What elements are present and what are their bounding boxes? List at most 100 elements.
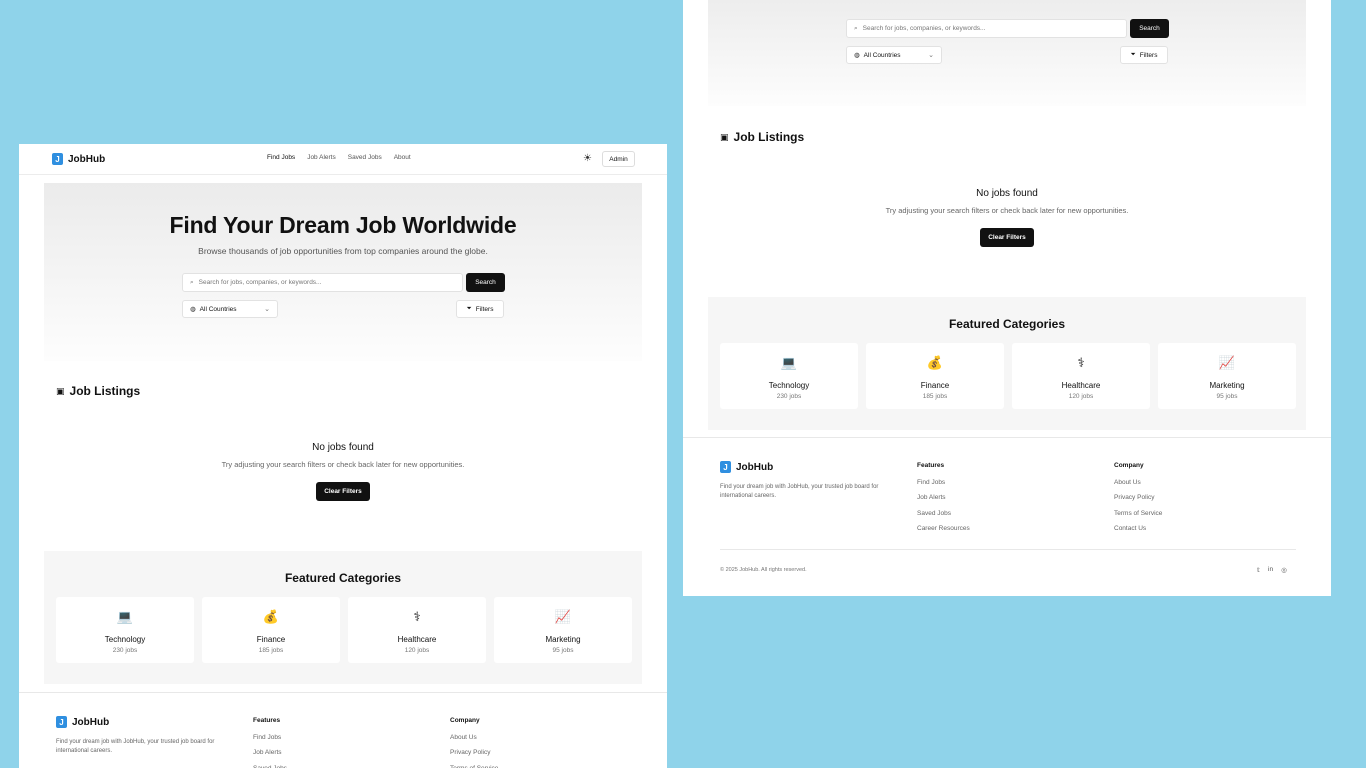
- admin-button[interactable]: Admin: [602, 151, 635, 167]
- empty-state-title: No jobs found: [976, 188, 1038, 199]
- search-button[interactable]: Search: [1130, 19, 1169, 38]
- footer-brand[interactable]: J JobHub: [56, 716, 109, 728]
- search-input[interactable]: ⌕ Search for jobs, companies, or keyword…: [182, 273, 463, 292]
- category-name: Marketing: [545, 635, 581, 644]
- filters-button[interactable]: ⏷ Filters: [1120, 46, 1168, 64]
- search-icon: ⌕: [190, 278, 194, 286]
- job-listings-title: Job Listings: [733, 130, 805, 144]
- category-card-healthcare[interactable]: ⚕ Healthcare 120 jobs: [348, 597, 486, 663]
- search-button[interactable]: Search: [466, 273, 505, 292]
- brand-name: JobHub: [68, 153, 106, 165]
- category-name: Finance: [256, 635, 286, 644]
- footer-link-privacy[interactable]: Privacy Policy: [450, 749, 490, 756]
- filters-button[interactable]: ⏷ Filters: [456, 300, 504, 318]
- footer-features-title: Features: [253, 717, 281, 724]
- logo-icon: J: [720, 461, 731, 473]
- empty-state-message: Try adjusting your search filters or che…: [221, 460, 465, 469]
- category-card-technology[interactable]: 💻 Technology 230 jobs: [56, 597, 194, 663]
- github-icon[interactable]: ◎: [1281, 566, 1287, 574]
- brand-logo[interactable]: J JobHub: [52, 153, 105, 165]
- chevron-down-icon: ⌄: [264, 306, 270, 313]
- footer-link-saved-jobs[interactable]: Saved Jobs: [917, 510, 951, 517]
- footer-link-job-alerts[interactable]: Job Alerts: [917, 494, 946, 501]
- category-name: Technology: [104, 635, 146, 644]
- category-card-marketing[interactable]: 📈 Marketing 95 jobs: [1158, 343, 1296, 409]
- category-card-marketing[interactable]: 📈 Marketing 95 jobs: [494, 597, 632, 663]
- hero-section: Find Your Dream Job Worldwide Browse tho…: [44, 183, 642, 361]
- hero-subtitle: Browse thousands of job opportunities fr…: [198, 246, 488, 256]
- footer-link-career-resources[interactable]: Career Resources: [917, 525, 970, 532]
- category-count: 120 jobs: [1068, 393, 1094, 400]
- footer-company-title: Company: [450, 717, 480, 724]
- job-listings-heading: ▣ Job Listings: [56, 384, 140, 398]
- footer-description: Find your dream job with JobHub, your tr…: [56, 739, 215, 754]
- clear-filters-button[interactable]: Clear Filters: [980, 228, 1034, 247]
- category-name: Technology: [768, 381, 810, 390]
- country-select[interactable]: ◍ All Countries ⌄: [182, 300, 278, 318]
- category-card-technology[interactable]: 💻 Technology 230 jobs: [720, 343, 858, 409]
- footer-features-title: Features: [917, 462, 945, 469]
- chart-icon: 📈: [554, 609, 572, 624]
- globe-icon: ◍: [190, 306, 196, 313]
- footer-link-find-jobs[interactable]: Find Jobs: [917, 479, 945, 486]
- job-listings-title: Job Listings: [69, 384, 141, 398]
- sun-icon[interactable]: ☀: [583, 153, 592, 164]
- category-card-healthcare[interactable]: ⚕ Healthcare 120 jobs: [1012, 343, 1150, 409]
- footer-link-terms[interactable]: Terms of Service: [1114, 510, 1162, 517]
- country-select[interactable]: ◍ All Countries ⌄: [846, 46, 942, 64]
- job-listings-heading: ▣ Job Listings: [720, 130, 804, 144]
- category-name: Healthcare: [1061, 381, 1101, 390]
- featured-categories-section: Featured Categories 💻 Technology 230 job…: [708, 297, 1306, 430]
- twitter-icon[interactable]: 𝕥: [1257, 566, 1260, 574]
- search-icon: ⌕: [854, 24, 858, 32]
- filters-label: Filters: [475, 305, 494, 313]
- category-count: 95 jobs: [552, 647, 574, 654]
- logo-icon: J: [56, 716, 67, 728]
- footer-brand[interactable]: J JobHub: [720, 461, 773, 473]
- social-links: 𝕥 in ◎: [1257, 566, 1287, 574]
- logo-icon: J: [52, 153, 63, 165]
- top-navbar: J JobHub Find Jobs Job Alerts Saved Jobs…: [19, 144, 667, 175]
- hero-title: Find Your Dream Job Worldwide: [169, 212, 517, 238]
- copyright-text: © 2025 JobHub. All rights reserved.: [720, 567, 807, 573]
- nav-saved-jobs[interactable]: Saved Jobs: [348, 154, 382, 161]
- category-name: Marketing: [1209, 381, 1245, 390]
- briefcase-icon: ▣: [720, 131, 729, 142]
- category-count: 230 jobs: [112, 647, 138, 654]
- nav-job-alerts[interactable]: Job Alerts: [307, 154, 336, 161]
- category-card-finance[interactable]: 💰 Finance 185 jobs: [866, 343, 1004, 409]
- filter-icon: ⏷: [466, 305, 472, 312]
- nav-about[interactable]: About: [394, 154, 411, 161]
- briefcase-icon: ▣: [56, 385, 65, 396]
- page-screenshot-right: ⌕ Search for jobs, companies, or keyword…: [683, 0, 1331, 596]
- nav-find-jobs[interactable]: Find Jobs: [267, 154, 295, 161]
- filters-label: Filters: [1139, 51, 1158, 59]
- search-input[interactable]: ⌕ Search for jobs, companies, or keyword…: [846, 19, 1127, 38]
- laptop-icon: 💻: [116, 609, 134, 624]
- footer-link-job-alerts[interactable]: Job Alerts: [253, 749, 282, 756]
- empty-state-title: No jobs found: [312, 442, 374, 453]
- category-count: 95 jobs: [1216, 393, 1238, 400]
- hero-section: ⌕ Search for jobs, companies, or keyword…: [708, 0, 1306, 106]
- category-count: 185 jobs: [922, 393, 948, 400]
- footer: J JobHub Find your dream job with JobHub…: [19, 692, 667, 768]
- footer-brand-name: JobHub: [736, 461, 774, 473]
- footer-company-title: Company: [1114, 462, 1144, 469]
- footer-description: Find your dream job with JobHub, your tr…: [720, 484, 879, 499]
- footer-link-contact[interactable]: Contact Us: [1114, 525, 1146, 532]
- money-bag-icon: 💰: [926, 355, 944, 370]
- category-card-finance[interactable]: 💰 Finance 185 jobs: [202, 597, 340, 663]
- search-placeholder: Search for jobs, companies, or keywords.…: [862, 25, 986, 32]
- footer-link-about-us[interactable]: About Us: [1114, 479, 1141, 486]
- footer-link-privacy[interactable]: Privacy Policy: [1114, 494, 1154, 501]
- category-name: Healthcare: [397, 635, 437, 644]
- linkedin-icon[interactable]: in: [1268, 566, 1273, 574]
- category-count: 185 jobs: [258, 647, 284, 654]
- footer-link-about-us[interactable]: About Us: [450, 734, 477, 741]
- clear-filters-button[interactable]: Clear Filters: [316, 482, 370, 501]
- money-bag-icon: 💰: [262, 609, 280, 624]
- globe-icon: ◍: [854, 52, 860, 59]
- search-placeholder: Search for jobs, companies, or keywords.…: [198, 279, 322, 286]
- footer-link-find-jobs[interactable]: Find Jobs: [253, 734, 281, 741]
- featured-title: Featured Categories: [284, 571, 402, 585]
